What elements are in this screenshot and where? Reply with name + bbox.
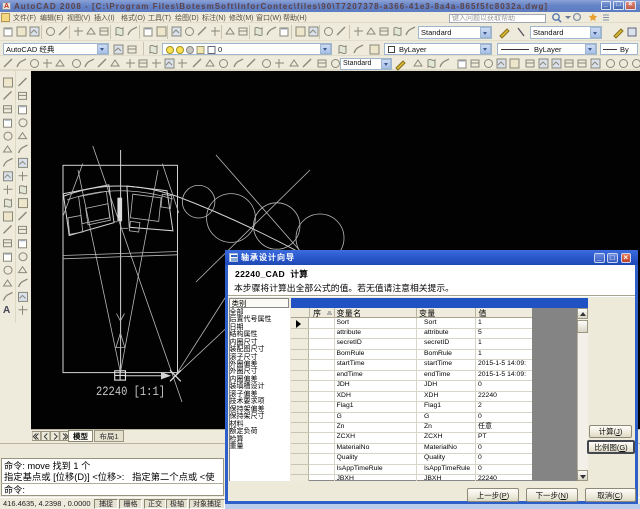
svg-text:22240 [1:1]: 22240 [1:1] <box>96 384 165 399</box>
